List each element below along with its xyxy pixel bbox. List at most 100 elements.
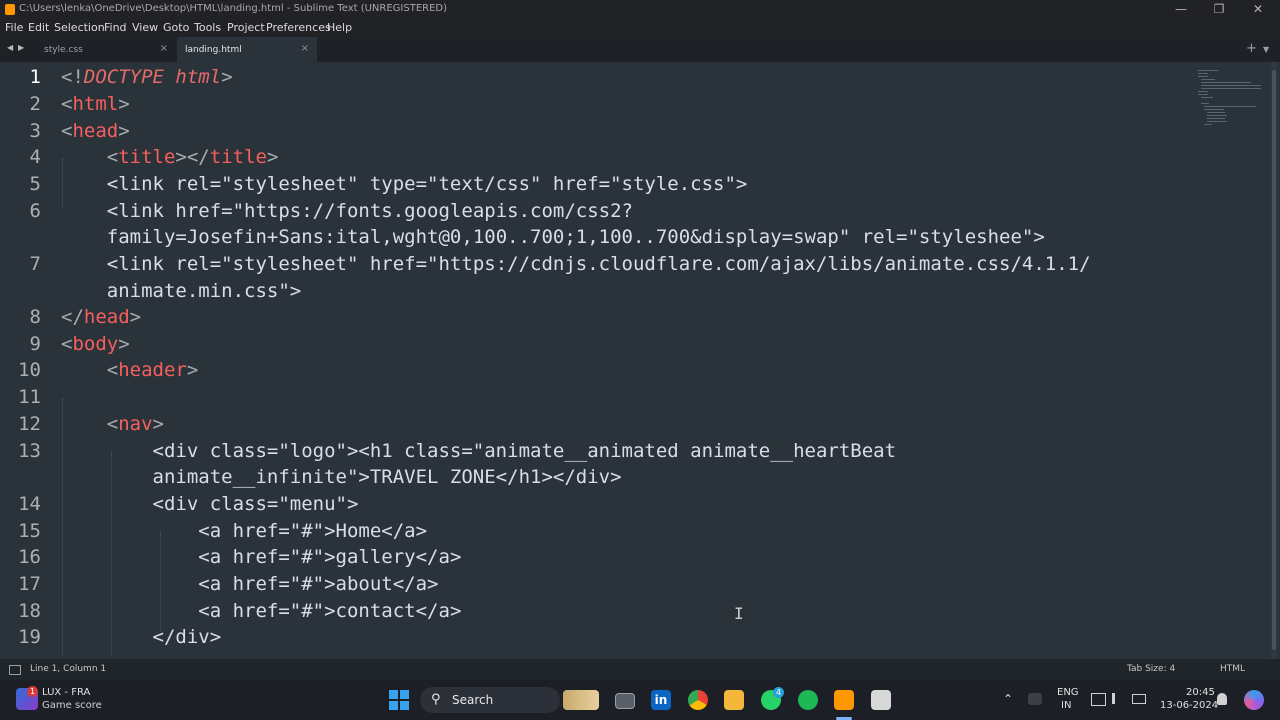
minimap[interactable] xyxy=(1196,68,1262,128)
show-hidden-icons-icon[interactable]: ⌃ xyxy=(1003,692,1013,706)
code-token: < xyxy=(106,146,119,168)
network-icon[interactable] xyxy=(1091,693,1106,706)
input-language[interactable]: ENG xyxy=(1057,687,1079,698)
line-number: 18 xyxy=(18,600,41,622)
code-line-10: <header> xyxy=(61,359,199,381)
line-number: 19 xyxy=(18,626,41,648)
code-editor[interactable]: 1 2 3 4 5 6 7 8 9 10 11 12 13 14 15 16 1… xyxy=(0,62,1280,659)
minimize-button[interactable]: — xyxy=(1162,1,1200,18)
panel-toggle-icon[interactable] xyxy=(9,665,21,675)
menu-view[interactable]: View xyxy=(132,21,158,34)
input-region[interactable]: IN xyxy=(1061,700,1071,711)
chrome-icon[interactable] xyxy=(688,690,708,710)
status-syntax[interactable]: HTML xyxy=(1220,664,1245,674)
battery-icon[interactable] xyxy=(1132,694,1146,704)
widget-illustration-icon[interactable] xyxy=(563,690,599,710)
tab-label: style.css xyxy=(44,45,83,55)
window-title: C:\Users\lenka\OneDrive\Desktop\HTML\lan… xyxy=(19,3,448,14)
code-text: <div class="menu"> xyxy=(152,493,359,515)
code-text: <link rel="stylesheet" href="https://cdn… xyxy=(106,253,1091,275)
menu-help[interactable]: Help xyxy=(327,21,352,34)
tab-close-icon[interactable]: × xyxy=(160,43,168,54)
code-text: <a href="#">contact</a> xyxy=(198,600,462,622)
notifications-bell-icon[interactable] xyxy=(1217,693,1227,705)
copilot-icon[interactable] xyxy=(1244,690,1264,710)
code-line-4: <title></title> xyxy=(61,146,279,168)
menu-find[interactable]: Find xyxy=(104,21,127,34)
sublime-app-icon xyxy=(5,4,15,15)
code-token: title xyxy=(209,146,267,168)
game-widget-title: LUX - FRA xyxy=(42,687,91,698)
code-token: < xyxy=(106,359,119,381)
line-number: 16 xyxy=(18,546,41,568)
tray-app-icon[interactable] xyxy=(1028,693,1042,705)
code-token: head xyxy=(83,306,130,328)
snipping-tool-icon[interactable] xyxy=(871,690,891,710)
minimap-line xyxy=(1207,112,1225,113)
minimap-line xyxy=(1198,76,1208,77)
line-number: 8 xyxy=(29,306,41,328)
windows-start-icon[interactable] xyxy=(389,690,409,710)
line-number: 10 xyxy=(18,359,41,381)
code-line-16: <a href="#">gallery</a> xyxy=(61,546,461,568)
line-number: 1 xyxy=(29,66,41,88)
code-token: <! xyxy=(61,66,84,88)
code-line-14: <div class="menu"> xyxy=(61,493,359,515)
menu-selection[interactable]: Selection xyxy=(54,21,105,34)
menu-preferences[interactable]: Preferences xyxy=(266,21,331,34)
code-token: html xyxy=(72,93,119,115)
menu-project[interactable]: Project xyxy=(227,21,265,34)
sublime-text-taskbar-icon[interactable] xyxy=(834,690,854,710)
vertical-scrollbar-thumb[interactable] xyxy=(1272,70,1276,650)
line-number: 17 xyxy=(18,573,41,595)
tab-back-icon[interactable]: ◀ xyxy=(7,43,13,52)
clock-date[interactable]: 13-06-2024 xyxy=(1160,700,1218,711)
menu-goto[interactable]: Goto xyxy=(163,21,189,34)
status-bar: Line 1, Column 1 Tab Size: 4 HTML xyxy=(0,659,1280,680)
code-line-3: <head> xyxy=(61,120,130,142)
code-line-7-wrap: animate.min.css"> xyxy=(61,280,301,302)
close-window-button[interactable]: ✕ xyxy=(1239,1,1277,18)
code-line-15: <a href="#">Home</a> xyxy=(61,520,427,542)
status-tab-size[interactable]: Tab Size: 4 xyxy=(1127,664,1175,674)
windows-taskbar: 1 LUX - FRA Game score in 4 ⌃ ENG IN 20:… xyxy=(0,680,1280,720)
line-number: 4 xyxy=(29,146,41,168)
tab-close-icon[interactable]: × xyxy=(301,43,309,54)
line-number: 12 xyxy=(18,413,41,435)
code-text: <div class="logo"><h1 class="animate__an… xyxy=(152,440,897,462)
code-token: header xyxy=(118,359,187,381)
clock-time[interactable]: 20:45 xyxy=(1186,687,1215,698)
code-token: < xyxy=(61,120,73,142)
volume-icon[interactable] xyxy=(1112,693,1127,704)
menu-tools[interactable]: Tools xyxy=(194,21,221,34)
line-number: 14 xyxy=(18,493,41,515)
menu-file[interactable]: File xyxy=(5,21,23,34)
title-bar: C:\Users\lenka\OneDrive\Desktop\HTML\lan… xyxy=(0,0,1280,19)
mouse-text-cursor-icon: I xyxy=(734,604,744,623)
maximize-button[interactable]: ❐ xyxy=(1200,1,1238,18)
taskbar-search-box[interactable]: ⚲ Search xyxy=(420,687,560,713)
code-token: head xyxy=(72,120,119,142)
code-token: </ xyxy=(61,306,84,328)
code-line-17: <a href="#">about</a> xyxy=(61,573,438,595)
tab-landing-html[interactable]: landing.html × xyxy=(177,37,317,62)
code-token: > xyxy=(118,333,130,355)
tab-style-css[interactable]: style.css × xyxy=(36,37,176,62)
code-line-19: </div> xyxy=(61,626,222,648)
new-tab-icon[interactable]: + xyxy=(1246,41,1257,56)
linkedin-icon[interactable]: in xyxy=(651,690,671,710)
task-view-icon[interactable] xyxy=(615,693,635,709)
tab-list-dropdown-icon[interactable]: ▼ xyxy=(1263,45,1269,54)
file-explorer-icon[interactable] xyxy=(724,690,744,710)
spotify-icon[interactable] xyxy=(798,690,818,710)
status-cursor-position: Line 1, Column 1 xyxy=(30,664,107,674)
tab-forward-icon[interactable]: ▶ xyxy=(18,43,24,52)
menu-edit[interactable]: Edit xyxy=(28,21,49,34)
